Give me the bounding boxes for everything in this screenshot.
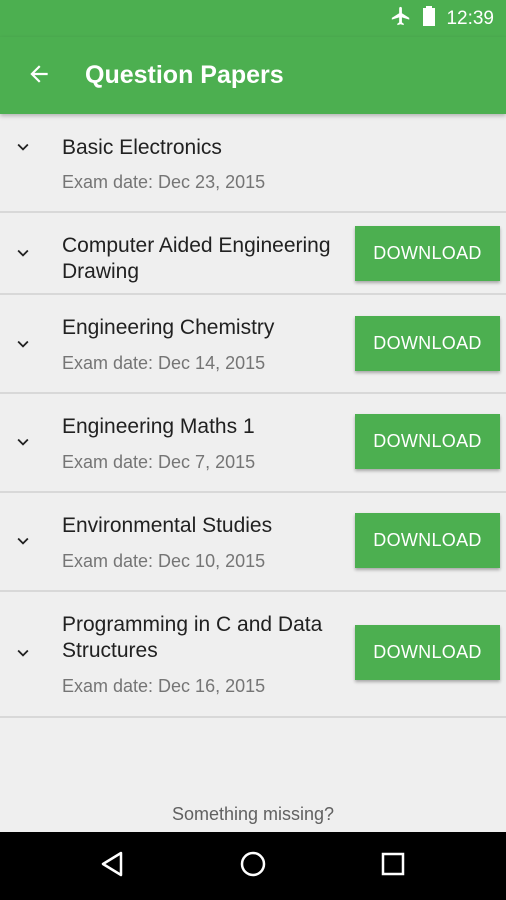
back-button[interactable]: [18, 55, 60, 97]
download-button[interactable]: DOWNLOAD: [355, 414, 500, 469]
list-item[interactable]: Environmental Studies Exam date: Dec 10,…: [0, 493, 506, 592]
exam-date: Exam date: Dec 16, 2015: [62, 676, 266, 696]
chevron-down-icon[interactable]: [10, 528, 36, 554]
paper-title: Engineering Chemistry: [62, 316, 275, 339]
chevron-down-icon[interactable]: [10, 640, 36, 666]
exam-date: Exam date: Dec 23, 2015: [62, 172, 266, 192]
question-paper-list: Basic Electronics Exam date: Dec 23, 201…: [0, 114, 506, 718]
paper-title: Environmental Studies: [62, 514, 273, 537]
exam-date: Exam date: Dec 7, 2015: [62, 452, 256, 472]
recents-icon: [381, 852, 405, 881]
app-bar: Question Papers: [0, 37, 506, 114]
exam-date: Exam date: Dec 10, 2015: [62, 551, 266, 571]
battery-icon: [422, 5, 436, 32]
page-title: Question Papers: [85, 61, 284, 89]
status-bar: 12:39: [0, 0, 506, 37]
airplane-mode-icon: [390, 5, 412, 32]
download-button[interactable]: DOWNLOAD: [355, 226, 500, 281]
list-item[interactable]: Basic Electronics Exam date: Dec 23, 201…: [0, 114, 506, 213]
something-missing-link[interactable]: Something missing?: [0, 804, 506, 825]
paper-title: Programming in C and Data Structures: [62, 613, 323, 662]
download-button[interactable]: DOWNLOAD: [355, 316, 500, 371]
chevron-down-icon[interactable]: [10, 134, 36, 160]
paper-title: Engineering Maths 1: [62, 415, 255, 438]
paper-title: Basic Electronics: [62, 136, 222, 159]
chevron-down-icon[interactable]: [10, 429, 36, 455]
status-icons: 12:39: [390, 0, 494, 37]
list-item[interactable]: Programming in C and Data Structures Exa…: [0, 592, 506, 718]
nav-back-button[interactable]: [92, 846, 132, 886]
back-icon: [99, 850, 125, 883]
nav-recents-button[interactable]: [373, 846, 413, 886]
system-nav-bar: [0, 832, 506, 900]
arrow-back-icon: [26, 61, 52, 92]
status-time: 12:39: [446, 7, 494, 29]
download-button[interactable]: DOWNLOAD: [355, 625, 500, 680]
download-button[interactable]: DOWNLOAD: [355, 513, 500, 568]
paper-title: Computer Aided Engineering Drawing: [62, 234, 331, 283]
nav-home-button[interactable]: [233, 846, 273, 886]
exam-date: Exam date: Dec 14, 2015: [62, 353, 266, 373]
list-item[interactable]: Computer Aided Engineering Drawing DOWNL…: [0, 213, 506, 295]
home-icon: [239, 850, 267, 883]
list-item[interactable]: Engineering Maths 1 Exam date: Dec 7, 20…: [0, 394, 506, 493]
chevron-down-icon[interactable]: [10, 240, 36, 266]
chevron-down-icon[interactable]: [10, 331, 36, 357]
list-item[interactable]: Engineering Chemistry Exam date: Dec 14,…: [0, 295, 506, 394]
